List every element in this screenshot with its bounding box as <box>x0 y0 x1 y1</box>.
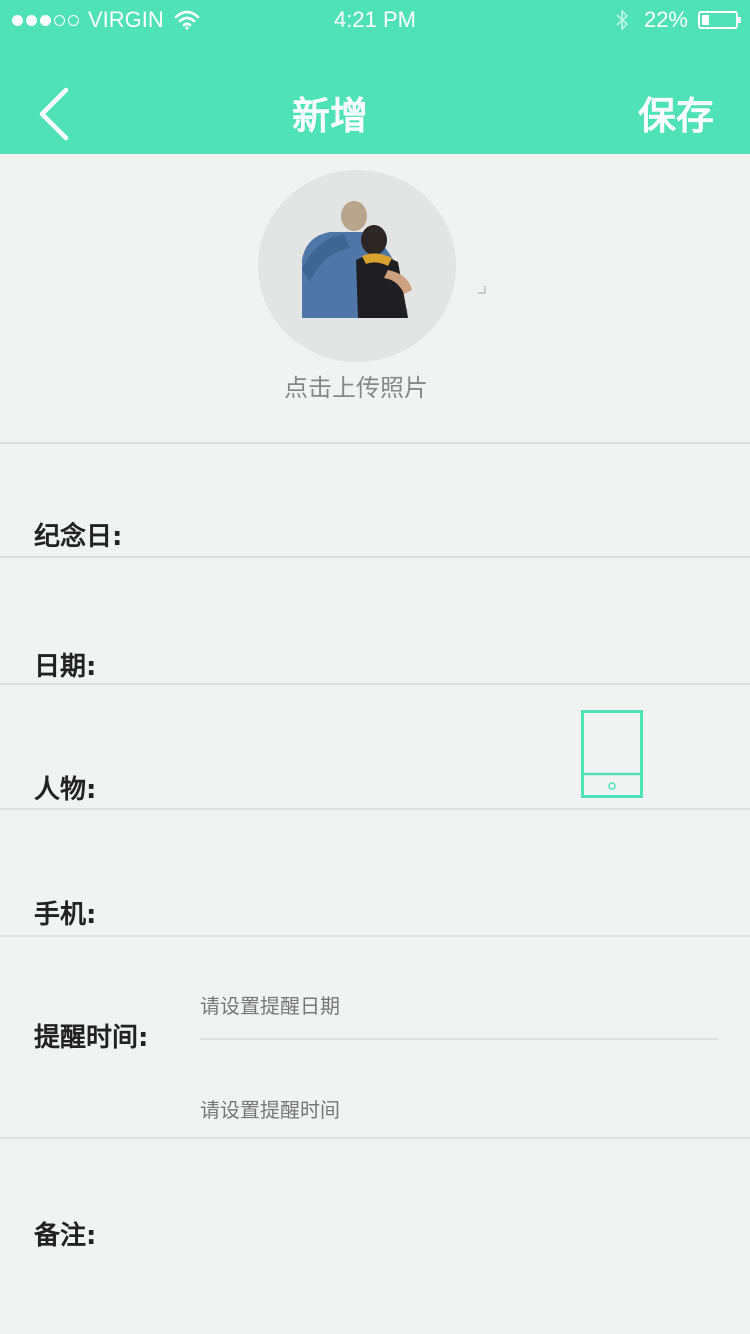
phone-contact-icon[interactable] <box>581 710 643 798</box>
reminder-time-field[interactable]: 请设置提醒时间 <box>200 1094 718 1123</box>
battery-percent: 22% <box>643 7 688 32</box>
back-chevron-icon[interactable] <box>30 80 80 150</box>
date-row: 日期: <box>0 558 750 685</box>
notes-label: 备注: <box>34 1221 97 1251</box>
person-label: 人物: <box>34 775 97 805</box>
notes-input[interactable] <box>130 1203 720 1313</box>
phone-input[interactable] <box>130 882 720 932</box>
corner-mark-icon <box>478 286 486 294</box>
couple-photo-image <box>258 170 456 362</box>
anniversary-label: 纪念日: <box>34 522 123 552</box>
phone-row: 手机: <box>0 810 750 937</box>
page-title: 新增 <box>291 94 368 138</box>
bluetooth-icon <box>616 10 628 30</box>
reminder-label: 提醒时间: <box>34 1023 149 1053</box>
reminder-divider <box>200 1038 718 1040</box>
status-right-group: 22% <box>614 0 741 40</box>
person-input[interactable] <box>130 757 610 807</box>
save-button[interactable]: 保存 <box>638 88 714 144</box>
avatar-photo[interactable] <box>258 170 456 362</box>
notes-row: 备注: <box>0 1139 750 1334</box>
battery-icon <box>698 11 741 29</box>
status-bar: VIRGIN 4:21 PM 22% <box>0 0 750 40</box>
header-bar: VIRGIN 4:21 PM 22% 新增 保存 <box>0 0 750 154</box>
photo-upload-section: 点击上传照片 <box>0 154 750 444</box>
upload-photo-label[interactable]: 点击上传照片 <box>0 368 712 403</box>
anniversary-input[interactable] <box>130 504 720 554</box>
date-input[interactable] <box>130 632 720 682</box>
anniversary-row: 纪念日: <box>0 444 750 558</box>
date-label: 日期: <box>34 652 97 682</box>
phone-label: 手机: <box>34 900 97 930</box>
reminder-date-field[interactable]: 请设置提醒日期 <box>200 990 718 1019</box>
battery-fill <box>702 15 710 25</box>
